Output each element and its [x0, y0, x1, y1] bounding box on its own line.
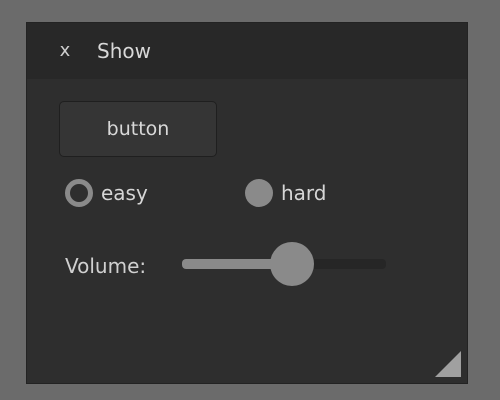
button-label: button: [106, 118, 170, 140]
button[interactable]: button: [59, 101, 217, 157]
radio-hard[interactable]: hard: [245, 177, 327, 209]
radio-easy-indicator[interactable]: [65, 179, 93, 207]
resize-grip-icon[interactable]: [435, 351, 461, 377]
radio-hard-indicator[interactable]: [245, 179, 273, 207]
close-button[interactable]: x: [55, 39, 75, 63]
volume-label: Volume:: [65, 254, 147, 278]
volume-slider[interactable]: [182, 242, 386, 286]
radio-hard-label: hard: [281, 181, 327, 205]
volume-slider-thumb[interactable]: [270, 242, 315, 286]
radio-easy[interactable]: easy: [65, 177, 148, 209]
radio-easy-label: easy: [101, 181, 148, 205]
show-window: x Show button easy hard Volume:: [26, 22, 468, 384]
window-title: Show: [97, 39, 151, 63]
window-titlebar[interactable]: x Show: [27, 23, 467, 79]
